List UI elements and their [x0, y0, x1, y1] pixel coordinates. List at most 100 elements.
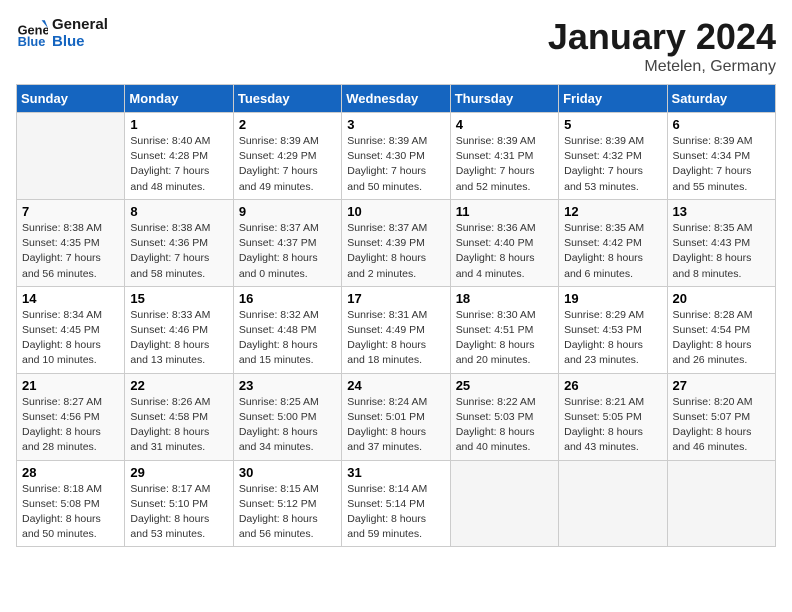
day-info: Sunrise: 8:39 AMSunset: 4:29 PMDaylight:…: [239, 134, 336, 195]
day-number: 10: [347, 204, 444, 219]
day-info: Sunrise: 8:18 AMSunset: 5:08 PMDaylight:…: [22, 482, 119, 543]
day-number: 31: [347, 465, 444, 480]
header-row: SundayMondayTuesdayWednesdayThursdayFrid…: [17, 85, 776, 113]
day-cell: 24 Sunrise: 8:24 AMSunset: 5:01 PMDayligh…: [342, 373, 450, 460]
day-cell: [559, 460, 667, 547]
day-cell: 28 Sunrise: 8:18 AMSunset: 5:08 PMDayligh…: [17, 460, 125, 547]
day-number: 26: [564, 378, 661, 393]
day-number: 27: [673, 378, 770, 393]
day-cell: 5 Sunrise: 8:39 AMSunset: 4:32 PMDaylight…: [559, 113, 667, 200]
day-number: 8: [130, 204, 227, 219]
day-cell: 20Sunrise: 8:28 AMSunset: 4:54 PMDayligh…: [667, 286, 775, 373]
day-info: Sunrise: 8:27 AMSunset: 4:56 PMDaylight:…: [22, 395, 119, 456]
day-cell: 15 Sunrise: 8:33 AMSunset: 4:46 PMDayligh…: [125, 286, 233, 373]
day-number: 7: [22, 204, 119, 219]
day-info: Sunrise: 8:39 AMSunset: 4:31 PMDaylight:…: [456, 134, 553, 195]
title-area: January 2024 Metelen, Germany: [548, 16, 776, 76]
day-cell: 19 Sunrise: 8:29 AMSunset: 4:53 PMDayligh…: [559, 286, 667, 373]
day-number: 24: [347, 378, 444, 393]
day-cell: 17Sunrise: 8:31 AMSunset: 4:49 PMDayligh…: [342, 286, 450, 373]
day-number: 16: [239, 291, 336, 306]
day-number: 15: [130, 291, 227, 306]
logo: General Blue General Blue: [16, 16, 108, 50]
day-info: Sunrise: 8:39 AMSunset: 4:30 PMDaylight:…: [347, 134, 444, 195]
week-row-0: 1Sunrise: 8:40 AMSunset: 4:28 PMDaylight…: [17, 113, 776, 200]
day-info: Sunrise: 8:35 AMSunset: 4:42 PMDaylight:…: [564, 221, 661, 282]
day-info: Sunrise: 8:39 AMSunset: 4:34 PMDaylight:…: [673, 134, 770, 195]
day-info: Sunrise: 8:36 AMSunset: 4:40 PMDaylight:…: [456, 221, 553, 282]
day-info: Sunrise: 8:37 AMSunset: 4:37 PMDaylight:…: [239, 221, 336, 282]
logo-line2: Blue: [52, 33, 108, 50]
day-cell: 13 Sunrise: 8:35 AMSunset: 4:43 PMDayligh…: [667, 199, 775, 286]
day-cell: 23 Sunrise: 8:25 AMSunset: 5:00 PMDayligh…: [233, 373, 341, 460]
day-number: 11: [456, 204, 553, 219]
day-info: Sunrise: 8:22 AMSunset: 5:03 PMDaylight:…: [456, 395, 553, 456]
day-info: Sunrise: 8:24 AMSunset: 5:01 PMDaylight:…: [347, 395, 444, 456]
day-number: 13: [673, 204, 770, 219]
day-cell: 29Sunrise: 8:17 AMSunset: 5:10 PMDayligh…: [125, 460, 233, 547]
day-info: Sunrise: 8:35 AMSunset: 4:43 PMDaylight:…: [673, 221, 770, 282]
day-number: 28: [22, 465, 119, 480]
day-cell: 18Sunrise: 8:30 AMSunset: 4:51 PMDayligh…: [450, 286, 558, 373]
day-number: 5: [564, 117, 661, 132]
day-info: Sunrise: 8:26 AMSunset: 4:58 PMDaylight:…: [130, 395, 227, 456]
header-cell-wednesday: Wednesday: [342, 85, 450, 113]
day-info: Sunrise: 8:33 AMSunset: 4:46 PMDaylight:…: [130, 308, 227, 369]
month-title: January 2024: [548, 16, 776, 58]
day-cell: 21 Sunrise: 8:27 AMSunset: 4:56 PMDayligh…: [17, 373, 125, 460]
day-cell: [667, 460, 775, 547]
day-number: 17: [347, 291, 444, 306]
header-cell-thursday: Thursday: [450, 85, 558, 113]
logo-icon: General Blue: [16, 17, 48, 49]
week-row-2: 14 Sunrise: 8:34 AMSunset: 4:45 PMDayligh…: [17, 286, 776, 373]
day-cell: 22Sunrise: 8:26 AMSunset: 4:58 PMDayligh…: [125, 373, 233, 460]
header: General Blue General Blue January 2024 M…: [16, 16, 776, 76]
header-cell-friday: Friday: [559, 85, 667, 113]
header-cell-sunday: Sunday: [17, 85, 125, 113]
day-cell: 30Sunrise: 8:15 AMSunset: 5:12 PMDayligh…: [233, 460, 341, 547]
day-info: Sunrise: 8:17 AMSunset: 5:10 PMDaylight:…: [130, 482, 227, 543]
day-number: 18: [456, 291, 553, 306]
day-number: 23: [239, 378, 336, 393]
week-row-3: 21 Sunrise: 8:27 AMSunset: 4:56 PMDayligh…: [17, 373, 776, 460]
day-cell: 3Sunrise: 8:39 AMSunset: 4:30 PMDaylight…: [342, 113, 450, 200]
day-info: Sunrise: 8:38 AMSunset: 4:36 PMDaylight:…: [130, 221, 227, 282]
day-cell: 1Sunrise: 8:40 AMSunset: 4:28 PMDaylight…: [125, 113, 233, 200]
day-info: Sunrise: 8:21 AMSunset: 5:05 PMDaylight:…: [564, 395, 661, 456]
day-cell: 7Sunrise: 8:38 AMSunset: 4:35 PMDaylight…: [17, 199, 125, 286]
day-info: Sunrise: 8:20 AMSunset: 5:07 PMDaylight:…: [673, 395, 770, 456]
day-cell: 8 Sunrise: 8:38 AMSunset: 4:36 PMDaylight…: [125, 199, 233, 286]
header-cell-saturday: Saturday: [667, 85, 775, 113]
day-cell: 9Sunrise: 8:37 AMSunset: 4:37 PMDaylight…: [233, 199, 341, 286]
week-row-1: 7Sunrise: 8:38 AMSunset: 4:35 PMDaylight…: [17, 199, 776, 286]
day-number: 4: [456, 117, 553, 132]
day-info: Sunrise: 8:40 AMSunset: 4:28 PMDaylight:…: [130, 134, 227, 195]
day-number: 6: [673, 117, 770, 132]
day-cell: 27 Sunrise: 8:20 AMSunset: 5:07 PMDayligh…: [667, 373, 775, 460]
day-info: Sunrise: 8:14 AMSunset: 5:14 PMDaylight:…: [347, 482, 444, 543]
day-cell: [17, 113, 125, 200]
day-info: Sunrise: 8:29 AMSunset: 4:53 PMDaylight:…: [564, 308, 661, 369]
day-number: 25: [456, 378, 553, 393]
day-cell: 10Sunrise: 8:37 AMSunset: 4:39 PMDayligh…: [342, 199, 450, 286]
day-cell: 4 Sunrise: 8:39 AMSunset: 4:31 PMDaylight…: [450, 113, 558, 200]
day-number: 20: [673, 291, 770, 306]
logo-line1: General: [52, 16, 108, 33]
day-number: 21: [22, 378, 119, 393]
day-cell: [450, 460, 558, 547]
day-cell: 2Sunrise: 8:39 AMSunset: 4:29 PMDaylight…: [233, 113, 341, 200]
day-info: Sunrise: 8:34 AMSunset: 4:45 PMDaylight:…: [22, 308, 119, 369]
day-info: Sunrise: 8:15 AMSunset: 5:12 PMDaylight:…: [239, 482, 336, 543]
day-number: 14: [22, 291, 119, 306]
week-row-4: 28 Sunrise: 8:18 AMSunset: 5:08 PMDayligh…: [17, 460, 776, 547]
day-cell: 26 Sunrise: 8:21 AMSunset: 5:05 PMDayligh…: [559, 373, 667, 460]
day-info: Sunrise: 8:25 AMSunset: 5:00 PMDaylight:…: [239, 395, 336, 456]
calendar-table: SundayMondayTuesdayWednesdayThursdayFrid…: [16, 84, 776, 547]
day-cell: 31 Sunrise: 8:14 AMSunset: 5:14 PMDayligh…: [342, 460, 450, 547]
day-cell: 25 Sunrise: 8:22 AMSunset: 5:03 PMDayligh…: [450, 373, 558, 460]
day-number: 19: [564, 291, 661, 306]
day-cell: 12Sunrise: 8:35 AMSunset: 4:42 PMDayligh…: [559, 199, 667, 286]
day-cell: 11 Sunrise: 8:36 AMSunset: 4:40 PMDayligh…: [450, 199, 558, 286]
day-info: Sunrise: 8:39 AMSunset: 4:32 PMDaylight:…: [564, 134, 661, 195]
header-cell-monday: Monday: [125, 85, 233, 113]
